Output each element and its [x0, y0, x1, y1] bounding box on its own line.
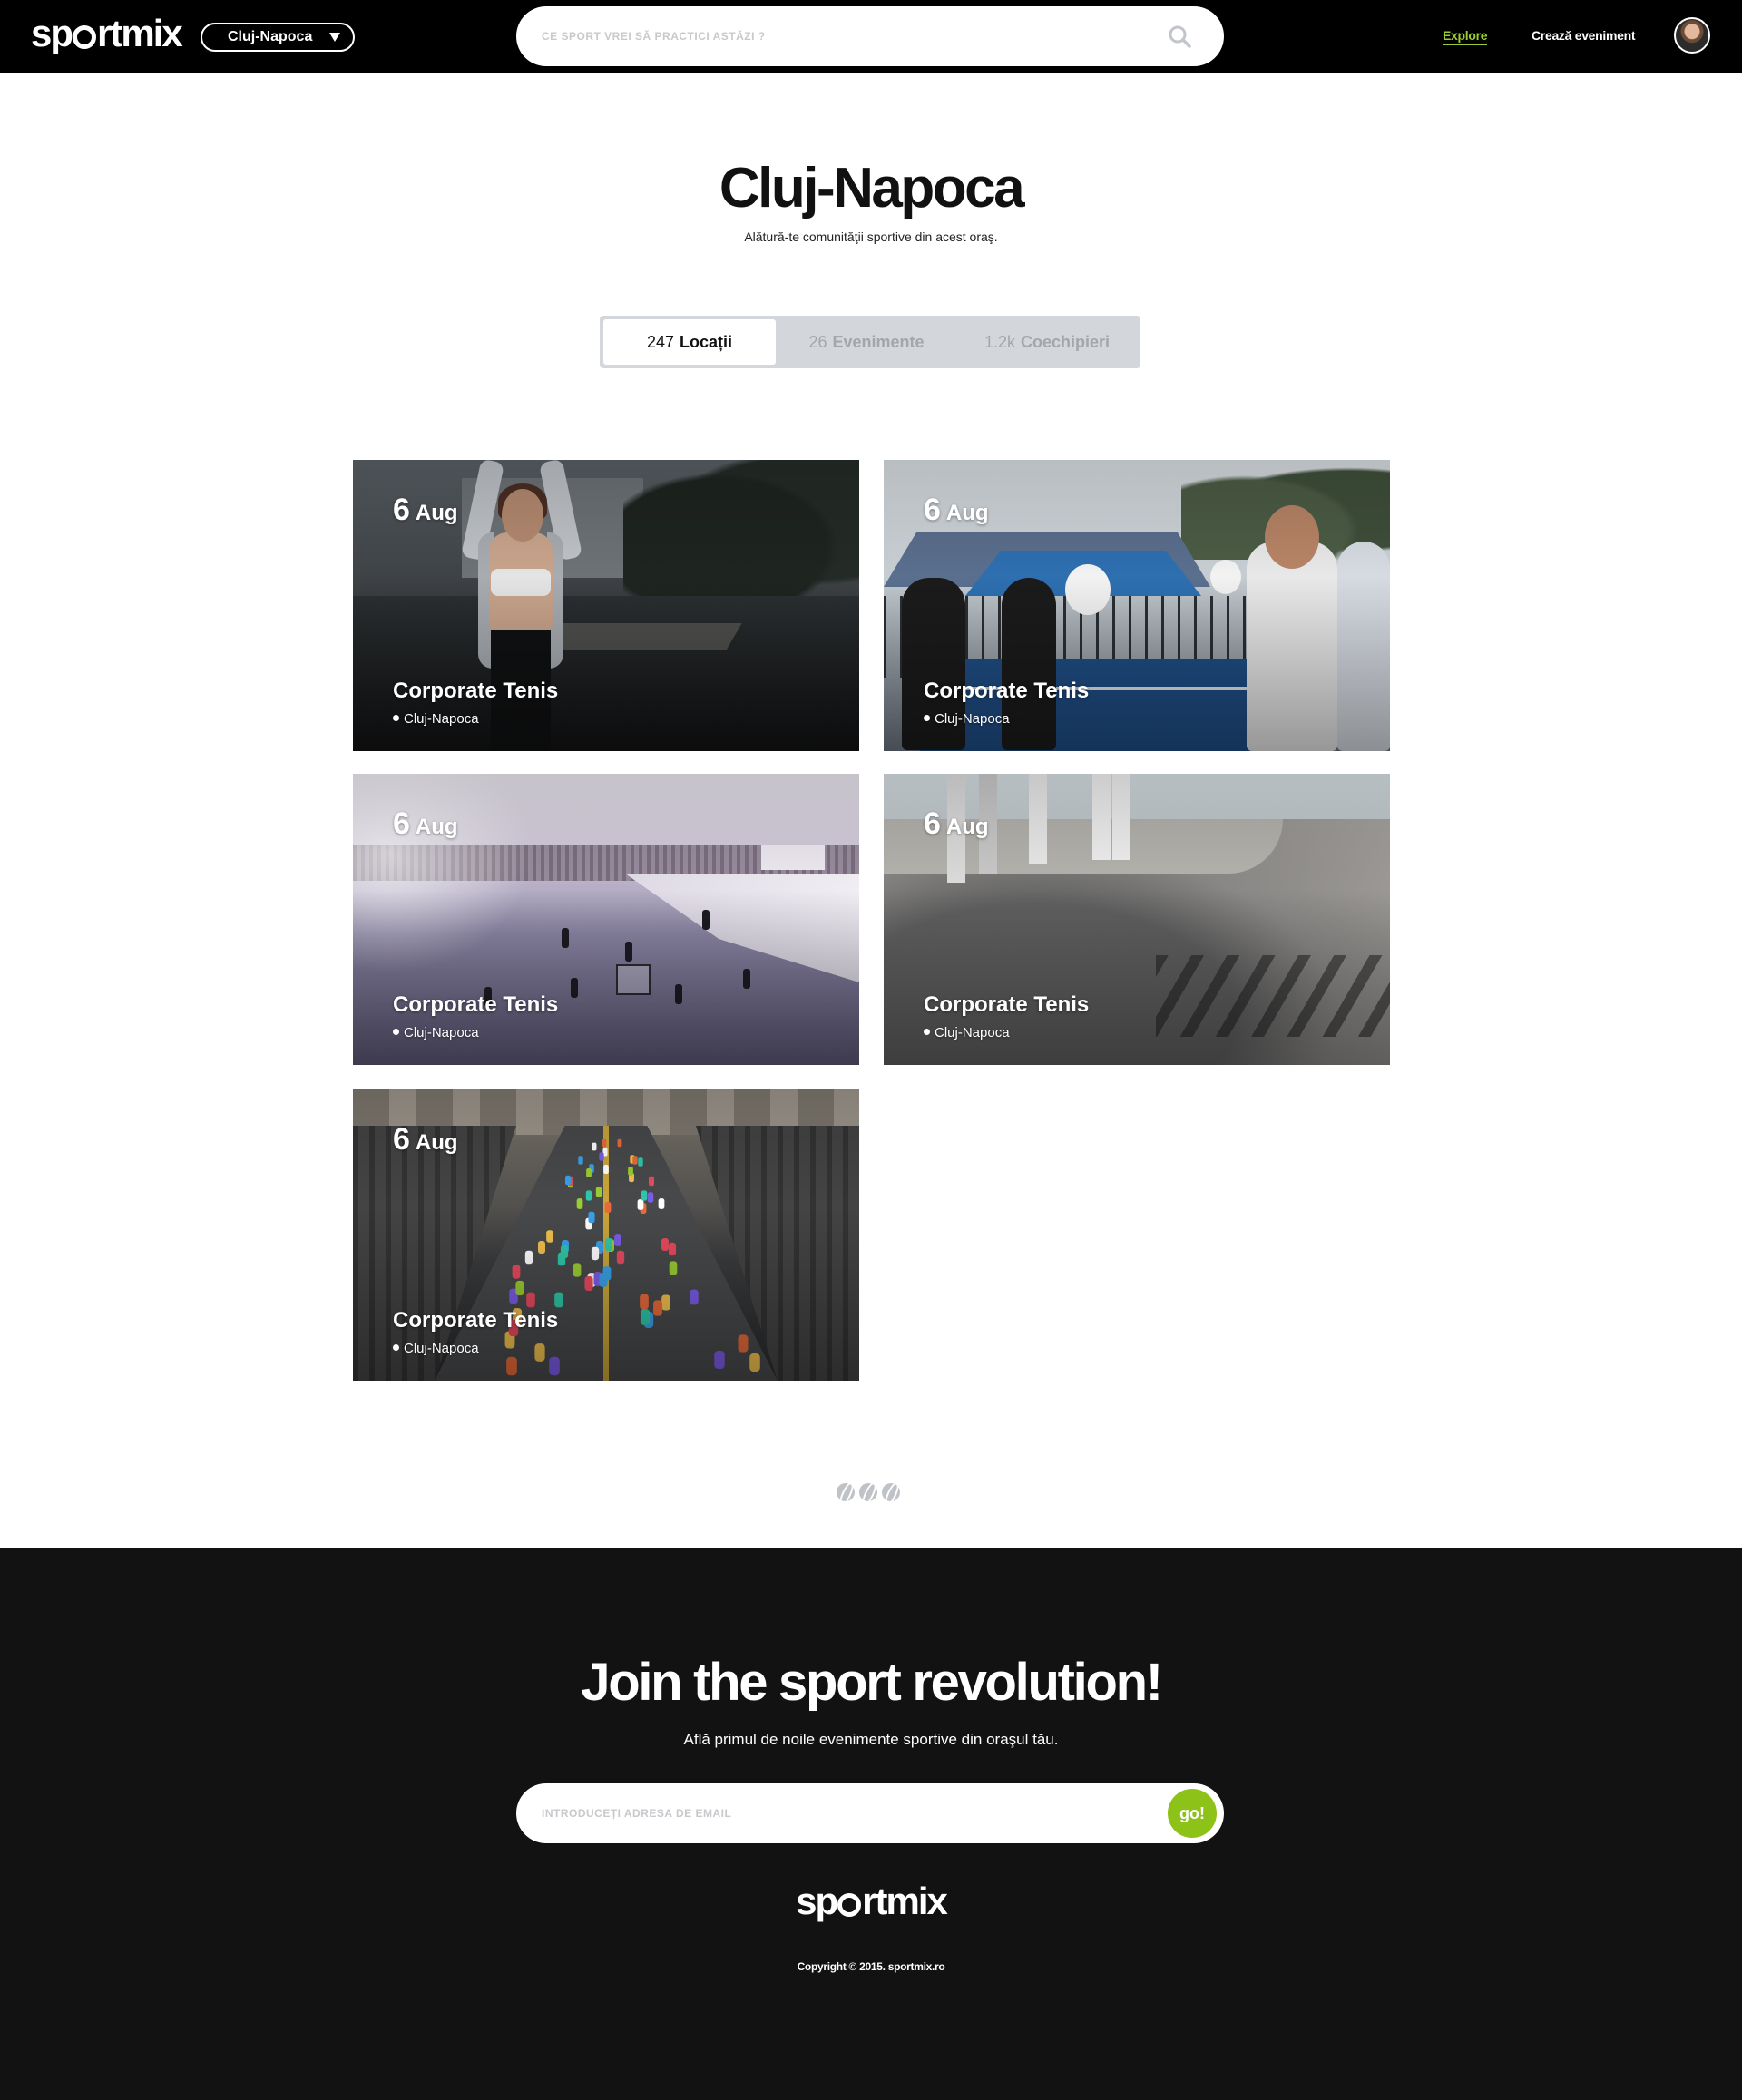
event-date: 6 Aug — [393, 493, 458, 527]
event-location: Cluj-Napoca — [393, 711, 479, 727]
tab-label: Evenimente — [832, 332, 925, 351]
tab-evenimente[interactable]: 26 Evenimente — [776, 319, 957, 365]
tennis-ball-icon — [882, 1483, 900, 1501]
event-location: Cluj-Napoca — [393, 1025, 479, 1040]
copyright: Copyright © 2015. sportmix.ro — [797, 1960, 945, 1973]
event-location: Cluj-Napoca — [393, 1341, 479, 1356]
event-title: Corporate Tenis — [924, 992, 1090, 1017]
email-input[interactable] — [542, 1800, 1140, 1827]
nav-explore-link[interactable]: Explore — [1443, 28, 1488, 45]
event-card[interactable]: 6 Aug Corporate Tenis Cluj-Napoca — [353, 460, 859, 751]
event-location: Cluj-Napoca — [924, 711, 1010, 727]
top-navbar: sprtmix Cluj-Napoca Explore Crează eveni… — [0, 0, 1742, 73]
page-subtitle: Alătură-te comunităţii sportive din aces… — [744, 230, 998, 244]
tennis-ball-icon — [837, 1483, 855, 1501]
city-selector[interactable]: Cluj-Napoca — [201, 23, 355, 52]
tabs-bar: 247 Locații 26 Evenimente 1.2k Coechipie… — [600, 316, 1140, 368]
newsletter-form: go! — [516, 1783, 1224, 1843]
tab-coechipieri[interactable]: 1.2k Coechipieri — [957, 319, 1137, 365]
tab-count: 1.2k — [984, 332, 1015, 351]
event-title: Corporate Tenis — [393, 992, 559, 1017]
event-card[interactable]: 6 Aug Corporate Tenis Cluj-Napoca — [884, 774, 1390, 1065]
location-dot-icon — [924, 1029, 930, 1035]
location-dot-icon — [924, 715, 930, 721]
search-input[interactable] — [542, 23, 1140, 50]
search-bar — [516, 6, 1224, 66]
event-date: 6 Aug — [924, 806, 989, 841]
tennis-ball-icon — [859, 1483, 877, 1501]
tab-label: Coechipieri — [1021, 332, 1111, 351]
event-card[interactable]: 6 Aug Corporate Tenis Cluj-Napoca — [884, 460, 1390, 751]
event-date: 6 Aug — [393, 1122, 458, 1157]
event-date: 6 Aug — [924, 493, 989, 527]
footer-title: Join the sport revolution! — [581, 1653, 1163, 1712]
page-title: Cluj-Napoca — [719, 157, 1025, 220]
footer-logo[interactable]: sp rtmix — [0, 1880, 1742, 1923]
tab-count: 26 — [808, 332, 827, 351]
user-avatar[interactable] — [1674, 17, 1710, 54]
nav-create-event-link[interactable]: Crează eveniment — [1532, 28, 1636, 43]
search-icon[interactable] — [1168, 24, 1191, 48]
tab-count: 247 — [646, 332, 675, 351]
event-location: Cluj-Napoca — [924, 1025, 1010, 1040]
event-title: Corporate Tenis — [924, 679, 1090, 703]
event-title: Corporate Tenis — [393, 679, 559, 703]
footer-subtitle: Află primul de noile evenimente sportive… — [683, 1731, 1059, 1748]
city-selector-label: Cluj-Napoca — [228, 29, 313, 44]
event-card[interactable]: 6 Aug Corporate Tenis Cluj-Napoca — [353, 1089, 859, 1381]
tab-label: Locații — [680, 332, 733, 351]
event-date: 6 Aug — [393, 806, 458, 841]
go-button[interactable]: go! — [1168, 1789, 1217, 1838]
chevron-down-icon — [329, 33, 340, 42]
location-dot-icon — [393, 715, 399, 721]
sportmix-logo[interactable]: sp rtmix — [31, 12, 183, 55]
location-dot-icon — [393, 1029, 399, 1035]
location-dot-icon — [393, 1344, 399, 1351]
event-title: Corporate Tenis — [393, 1308, 559, 1333]
footer: Join the sport revolution! Află primul d… — [0, 1548, 1742, 2100]
event-card[interactable]: 6 Aug Corporate Tenis Cluj-Napoca — [353, 774, 859, 1065]
tab-locatii[interactable]: 247 Locații — [603, 319, 776, 365]
loading-indicator — [837, 1483, 905, 1501]
